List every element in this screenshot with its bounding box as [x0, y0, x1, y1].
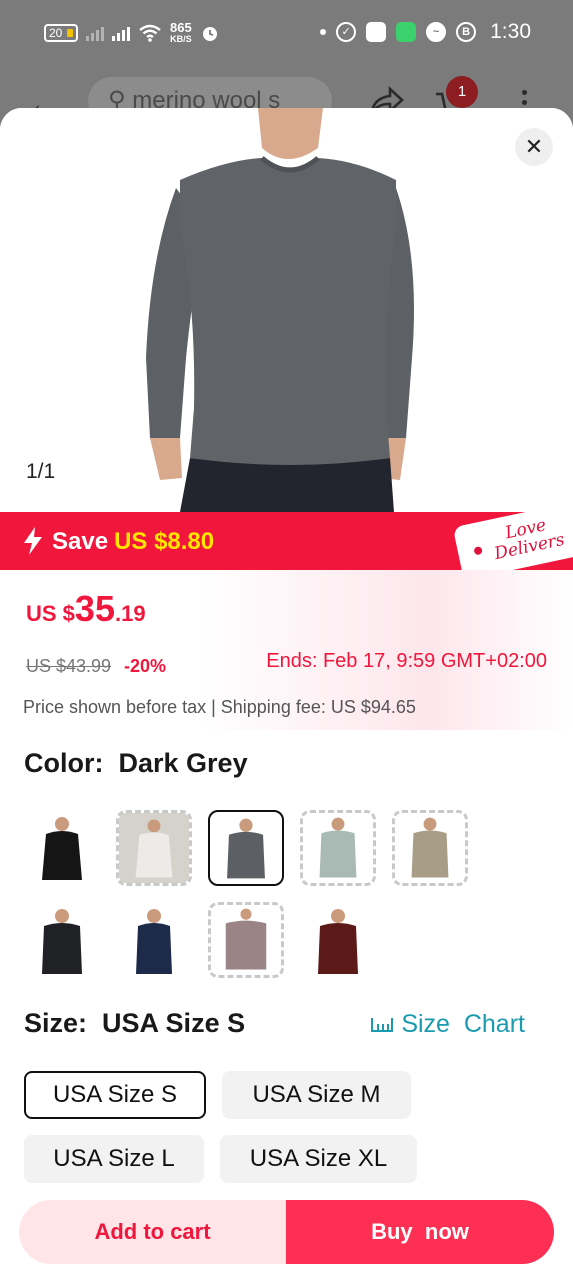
size-heading: Size: USA Size S: [24, 1008, 245, 1039]
b-circle-icon: B: [456, 22, 477, 42]
lightning-icon: [24, 527, 42, 555]
color-swatch-navy[interactable]: [116, 902, 192, 978]
size-option-m[interactable]: USA Size M: [222, 1071, 411, 1119]
color-swatch-charcoal-black[interactable]: [24, 902, 100, 978]
color-swatch-black[interactable]: [24, 810, 100, 886]
add-to-cart-button[interactable]: Add to cart: [19, 1200, 286, 1264]
action-bar: Add to cart Buy now: [19, 1200, 554, 1264]
color-label: Color:: [24, 748, 104, 778]
price-integer: 35: [74, 588, 115, 629]
save-amount: US $8.80: [114, 528, 215, 555]
size-chart-link[interactable]: Size Chart: [371, 1010, 525, 1039]
selected-color: Dark Grey: [118, 748, 248, 778]
ruler-icon: [371, 1017, 394, 1032]
messenger-icon: ~: [426, 22, 447, 42]
clock: 1:30: [490, 20, 531, 43]
price-currency: US $: [26, 601, 75, 626]
notification-dot-icon: [320, 29, 327, 35]
status-right: ✓ ~ B 1:30: [320, 20, 531, 44]
app-notification-icon: [366, 22, 387, 42]
cart-count-badge: 1: [446, 76, 478, 108]
selected-size: USA Size S: [102, 1008, 246, 1038]
price-decimal: .19: [114, 601, 146, 626]
save-label: Save: [52, 528, 109, 555]
original-price: US $43.99: [26, 656, 112, 676]
tax-shipping-note: Price shown before tax | Shipping fee: U…: [23, 697, 416, 717]
love-delivers-badge: Love Delivers: [452, 501, 573, 581]
product-image[interactable]: ✕ 1/1: [0, 108, 573, 512]
size-chart-label: Size Chart: [401, 1010, 525, 1038]
net-speed-value: 865: [170, 20, 192, 35]
close-button[interactable]: ✕: [515, 128, 553, 166]
status-bar: 20 865 KB/S ✓ ~ B 1:30: [0, 0, 573, 68]
check-circle-icon: ✓: [336, 22, 357, 42]
discount-badge: -20%: [124, 656, 167, 676]
current-price: US $35.19: [26, 588, 146, 630]
close-icon: ✕: [524, 134, 544, 159]
color-swatch-burgundy[interactable]: [300, 902, 376, 978]
color-heading: Color: Dark Grey: [24, 748, 248, 779]
color-swatch-dark-grey[interactable]: [208, 810, 284, 886]
signal-icon-2: [112, 25, 130, 41]
color-swatch-khaki[interactable]: [392, 810, 468, 886]
size-option-l[interactable]: USA Size L: [24, 1135, 204, 1183]
battery-app-icon: [396, 22, 417, 42]
color-swatch-mauve[interactable]: [208, 902, 284, 978]
wifi-icon: [139, 24, 161, 42]
battery-icon: 20: [44, 24, 78, 42]
signal-icon: [86, 25, 104, 41]
net-speed-unit: KB/S: [170, 34, 192, 44]
battery-level: 20: [49, 26, 63, 40]
size-label: Size:: [24, 1008, 88, 1038]
promo-banner: Save US $8.80 Love Delivers: [0, 501, 573, 581]
color-swatch-white[interactable]: [116, 810, 192, 886]
net-speed: 865 KB/S: [170, 20, 192, 44]
size-option-xl[interactable]: USA Size XL: [220, 1135, 417, 1183]
sku-selector-sheet: ✕ 1/1 Save US $8.80 Love Delivers US $35.…: [0, 108, 573, 1280]
product-photo: [0, 108, 573, 512]
status-left: 20 865 KB/S: [44, 20, 220, 44]
buy-now-button[interactable]: Buy now: [286, 1200, 554, 1264]
sale-end-time: Ends: Feb 17, 9:59 GMT+02:00: [266, 650, 547, 672]
price-section: US $35.19 US $43.99 -20% Ends: Feb 17, 9…: [0, 570, 573, 730]
alarm-icon: [202, 27, 217, 41]
image-counter: 1/1: [26, 460, 56, 483]
size-option-s[interactable]: USA Size S: [24, 1071, 206, 1119]
color-swatch-sage[interactable]: [300, 810, 376, 886]
save-text: Save US $8.80: [52, 528, 214, 556]
